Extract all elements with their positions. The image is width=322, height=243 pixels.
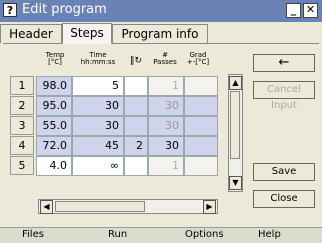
tab-header[interactable]: Header (0, 24, 62, 43)
loop-cell[interactable] (124, 116, 148, 136)
grad-cell[interactable] (184, 156, 218, 176)
minimize-button[interactable]: _ (286, 3, 301, 18)
save-button[interactable]: Save (253, 163, 315, 181)
menu-help[interactable]: Help (258, 229, 281, 241)
temp-cell[interactable]: 72.0 (36, 136, 72, 156)
header-passes: # Passes (153, 51, 177, 66)
passes-cell[interactable]: 1 (148, 156, 184, 176)
vertical-scrollbar[interactable]: ▲ ▼ (228, 74, 243, 192)
grad-cell[interactable] (184, 76, 218, 96)
menu-bar: Files Run Options Help (0, 227, 322, 243)
header-time: Time hh:mm:ss (80, 51, 116, 66)
tab-program-info[interactable]: Program info (112, 24, 208, 43)
scroll-down-icon[interactable]: ▼ (229, 176, 242, 190)
temp-cell[interactable]: 95.0 (36, 96, 72, 116)
passes-cell[interactable]: 30 (148, 136, 184, 156)
scroll-thumb[interactable] (230, 91, 240, 159)
horizontal-scroll-thumb[interactable] (55, 201, 145, 212)
time-cell[interactable]: 30 (72, 96, 124, 116)
loop-cell[interactable]: 2 (124, 136, 148, 156)
back-button[interactable]: ← (253, 54, 315, 72)
row-number[interactable]: 4 (10, 136, 34, 155)
grad-cell[interactable] (184, 116, 218, 136)
passes-cell[interactable]: 30 (148, 116, 184, 136)
time-cell[interactable]: 5 (72, 76, 124, 96)
tab-steps[interactable]: Steps (62, 23, 112, 44)
time-cell[interactable]: 45 (72, 136, 124, 156)
loop-cell[interactable] (124, 96, 148, 116)
row-number[interactable]: 5 (10, 156, 34, 175)
menu-run[interactable]: Run (108, 229, 127, 241)
row-number[interactable]: 2 (10, 96, 34, 115)
row-number[interactable]: 1 (10, 76, 34, 95)
scroll-left-icon[interactable]: ◀ (40, 200, 53, 214)
row-number[interactable]: 3 (10, 116, 34, 135)
steps-grid: Temp [°C] Time hh:mm:ss ‖↻ # Passes Grad… (10, 52, 218, 198)
temp-cell[interactable]: 55.0 (36, 116, 72, 136)
passes-cell[interactable]: 30 (148, 96, 184, 116)
header-loop: ‖↻ (129, 56, 143, 66)
scroll-up-icon[interactable]: ▲ (229, 76, 242, 90)
tab-bar: Header Steps Program info (0, 22, 322, 44)
loop-cell[interactable] (124, 76, 148, 96)
temp-cell[interactable]: 4.0 (36, 156, 72, 176)
window-title: Edit program (22, 2, 107, 17)
title-bar: ? Edit program _ ✕ (0, 0, 322, 22)
temp-cell[interactable]: 98.0 (36, 76, 72, 96)
menu-files[interactable]: Files (22, 229, 44, 241)
horizontal-scrollbar[interactable]: ◀ ▶ (38, 199, 218, 214)
scroll-right-icon[interactable]: ▶ (203, 200, 216, 214)
grad-cell[interactable] (184, 96, 218, 116)
loop-cell[interactable] (124, 156, 148, 176)
menu-options[interactable]: Options (185, 229, 224, 241)
time-cell[interactable]: 30 (72, 116, 124, 136)
passes-cell[interactable]: 1 (148, 76, 184, 96)
help-icon[interactable]: ? (3, 3, 17, 17)
cancel-input-button[interactable]: Cancel Input (253, 81, 315, 111)
header-temp: Temp [°C] (45, 51, 65, 66)
time-cell[interactable]: ∞ (72, 156, 124, 176)
close-button[interactable]: Close (253, 190, 315, 208)
close-window-button[interactable]: ✕ (303, 3, 318, 18)
grad-cell[interactable] (184, 136, 218, 156)
header-grad: Grad +-[°C] (186, 51, 210, 66)
